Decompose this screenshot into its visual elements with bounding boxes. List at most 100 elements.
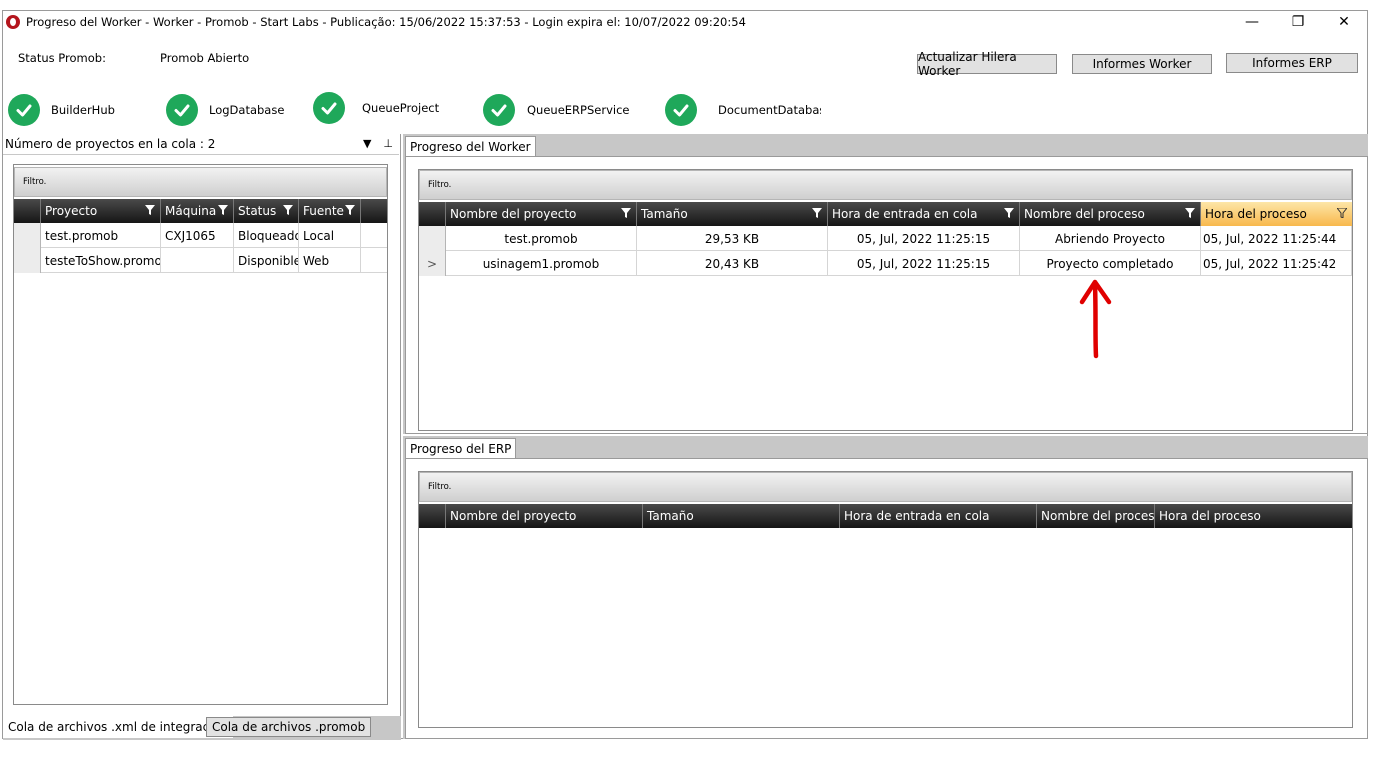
- worker-grid-container: Filtro. Nombre del proyecto Tamaño Hora …: [418, 169, 1353, 431]
- service-label: QueueERPService: [527, 103, 630, 117]
- tab-erp-progress[interactable]: Progreso del ERP: [405, 438, 517, 458]
- service-documentdatabase: DocumentDatabase: [665, 93, 821, 127]
- column-header-tamano[interactable]: Tamaño: [643, 504, 840, 528]
- cell-maquina: [161, 248, 234, 273]
- dropdown-arrow-icon[interactable]: ▼: [363, 137, 371, 150]
- erp-reports-button[interactable]: Informes ERP: [1226, 53, 1358, 73]
- column-header-hora[interactable]: Hora del proceso: [1155, 504, 1352, 528]
- cell-proceso: Proyecto completado: [1020, 251, 1201, 276]
- column-header-tamano[interactable]: Tamaño: [637, 202, 828, 226]
- queue-grid-header: Proyecto Máquina Status Fuente: [14, 199, 387, 223]
- update-queue-button[interactable]: Actualizar Hilera Worker: [917, 50, 1057, 78]
- erp-progress-body: Filtro. Nombre del proyecto Tamaño Hora …: [405, 458, 1368, 739]
- row-selector-header: [14, 199, 41, 223]
- table-row[interactable]: testeToShow.promob Disponible Web: [14, 248, 387, 273]
- cell-maquina: CXJ1065: [161, 223, 234, 248]
- cell-proyecto: test.promob: [41, 223, 161, 248]
- filter-funnel-icon[interactable]: [621, 208, 631, 218]
- tab-promob-queue[interactable]: Cola de archivos .promob: [206, 717, 372, 737]
- status-promob-value: Promob Abierto: [160, 51, 250, 65]
- pin-icon[interactable]: ⊥: [383, 137, 393, 150]
- service-queueerpservice: QueueERPService: [483, 93, 629, 127]
- cell-hora: 05, Jul, 2022 11:25:44: [1201, 226, 1352, 251]
- filter-funnel-icon[interactable]: [1185, 208, 1195, 218]
- check-circle-icon: [665, 94, 697, 126]
- queue-panel: Número de proyectos en la cola : 2 ▼ ⊥ F…: [3, 134, 401, 740]
- check-circle-icon: [166, 94, 198, 126]
- erp-grid-container: Filtro. Nombre del proyecto Tamaño Hora …: [418, 471, 1353, 728]
- cell-status: Bloqueado: [234, 223, 299, 248]
- filter-funnel-icon[interactable]: [145, 205, 155, 215]
- service-label: LogDatabase: [209, 103, 285, 117]
- service-label: DocumentDatabase: [718, 103, 821, 117]
- column-header-entrada[interactable]: Hora de entrada en cola: [840, 504, 1037, 528]
- service-logdatabase: LogDatabase: [166, 93, 284, 127]
- minimize-button[interactable]: —: [1229, 11, 1275, 33]
- cell-fuente: Web: [299, 248, 361, 273]
- column-header-fuente[interactable]: Fuente: [299, 199, 361, 223]
- row-selector[interactable]: [14, 223, 41, 248]
- service-queueproject: QueueProject: [313, 91, 439, 125]
- queue-count-label: Número de proyectos en la cola : 2: [5, 137, 216, 151]
- worker-reports-button[interactable]: Informes Worker: [1072, 54, 1212, 74]
- column-header-nombre[interactable]: Nombre del proyecto: [446, 504, 643, 528]
- filter-funnel-icon[interactable]: [218, 205, 228, 215]
- column-header-status[interactable]: Status: [234, 199, 299, 223]
- status-promob-label: Status Promob:: [18, 51, 106, 65]
- filter-funnel-icon[interactable]: [812, 208, 822, 218]
- queue-panel-header: Número de proyectos en la cola : 2 ▼ ⊥: [3, 134, 399, 155]
- row-selector[interactable]: [14, 248, 41, 273]
- cell-proyecto: testeToShow.promob: [41, 248, 161, 273]
- worker-grid-header: Nombre del proyecto Tamaño Hora de entra…: [419, 202, 1352, 226]
- cell-proceso: Abriendo Proyecto: [1020, 226, 1201, 251]
- cell-hora: 05, Jul, 2022 11:25:42: [1201, 251, 1352, 276]
- row-selector-header: [419, 504, 446, 528]
- annotation-arrow-icon: [1079, 279, 1112, 359]
- service-label: QueueProject: [362, 101, 440, 115]
- column-header-entrada[interactable]: Hora de entrada en cola: [828, 202, 1020, 226]
- cell-fuente: Local: [299, 223, 361, 248]
- cell-status: Disponible: [234, 248, 299, 273]
- cell-nombre: test.promob: [446, 226, 637, 251]
- filter-funnel-icon[interactable]: [283, 205, 293, 215]
- filter-bar[interactable]: Filtro.: [419, 170, 1352, 200]
- row-selector-header: [419, 202, 446, 226]
- filter-bar[interactable]: Filtro.: [419, 472, 1352, 502]
- column-header-proceso[interactable]: Nombre del proceso: [1037, 504, 1155, 528]
- service-label: BuilderHub: [51, 103, 115, 117]
- restore-button[interactable]: ❐: [1275, 11, 1321, 33]
- tab-worker-progress[interactable]: Progreso del Worker: [405, 136, 536, 156]
- erp-grid-header: Nombre del proyecto Tamaño Hora de entra…: [419, 504, 1352, 528]
- app-logo-icon: [6, 15, 20, 29]
- column-header-proyecto[interactable]: Proyecto: [41, 199, 161, 223]
- cell-nombre: usinagem1.promob: [446, 251, 637, 276]
- column-header-proceso[interactable]: Nombre del proceso: [1020, 202, 1201, 226]
- erp-progress-panel: Progreso del ERP Filtro. Nombre del proy…: [403, 436, 1368, 739]
- cell-entrada: 05, Jul, 2022 11:25:15: [828, 226, 1020, 251]
- worker-progress-panel: Progreso del Worker Filtro. Nombre del p…: [403, 134, 1368, 434]
- filter-funnel-icon[interactable]: [1337, 208, 1347, 218]
- column-header-nombre[interactable]: Nombre del proyecto: [446, 202, 637, 226]
- cell-entrada: 05, Jul, 2022 11:25:15: [828, 251, 1020, 276]
- queue-grid-container: Filtro. Proyecto Máquina Status Fuente t…: [13, 164, 388, 705]
- filter-funnel-icon[interactable]: [345, 205, 355, 215]
- check-circle-icon: [483, 94, 515, 126]
- service-builderhub: BuilderHub: [8, 93, 115, 127]
- table-row[interactable]: > usinagem1.promob 20,43 KB 05, Jul, 202…: [419, 251, 1352, 276]
- filter-funnel-icon[interactable]: [1004, 208, 1014, 218]
- column-header-maquina[interactable]: Máquina: [161, 199, 234, 223]
- check-circle-icon: [313, 92, 345, 124]
- close-button[interactable]: ✕: [1321, 11, 1367, 33]
- cell-tamano: 29,53 KB: [637, 226, 828, 251]
- row-selector[interactable]: [419, 226, 446, 251]
- tab-xml-queue[interactable]: Cola de archivos .xml de integración: [3, 716, 233, 738]
- filter-bar[interactable]: Filtro.: [14, 167, 387, 197]
- title-bar: Progreso del Worker - Worker - Promob - …: [3, 11, 1367, 33]
- queue-tabs: Cola de archivos .xml de integración Col…: [3, 716, 401, 740]
- worker-progress-body: Filtro. Nombre del proyecto Tamaño Hora …: [405, 156, 1368, 434]
- table-row[interactable]: test.promob CXJ1065 Bloqueado Local: [14, 223, 387, 248]
- column-header-hora[interactable]: Hora del proceso: [1201, 202, 1352, 226]
- row-selector[interactable]: >: [419, 251, 446, 276]
- table-row[interactable]: test.promob 29,53 KB 05, Jul, 2022 11:25…: [419, 226, 1352, 251]
- check-circle-icon: [8, 94, 40, 126]
